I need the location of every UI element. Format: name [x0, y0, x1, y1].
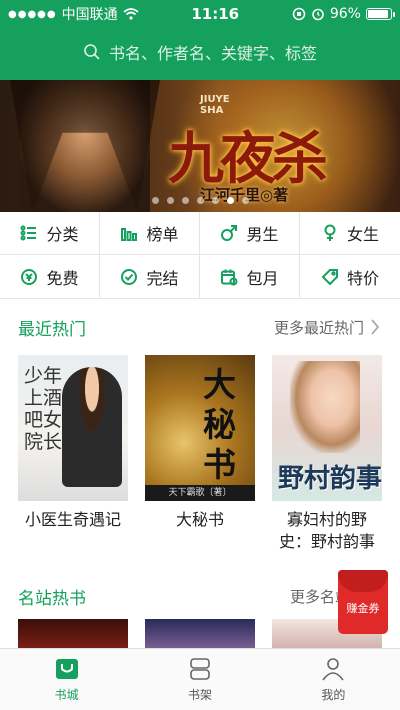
- pager-dot[interactable]: [166, 197, 174, 204]
- category-monthly[interactable]: 包月: [200, 255, 300, 298]
- category-classify[interactable]: 分类: [0, 212, 100, 255]
- book-card[interactable]: 少年上酒吧女院长 小医生奇遇记: [18, 355, 128, 553]
- status-bar: ●●●●● 中国联通 11:16 96%: [0, 0, 400, 28]
- category-ranking[interactable]: 榜单: [100, 212, 200, 255]
- book-card[interactable]: 野村韵事 寡妇村的野史：野村韵事: [272, 355, 382, 553]
- book-title: 大秘书: [175, 510, 224, 529]
- battery-percent: 96%: [329, 6, 361, 22]
- tab-bookshelf[interactable]: 书架: [133, 649, 266, 710]
- search-placeholder: 书名、作者名、关键字、标签: [108, 44, 317, 63]
- battery-icon: [365, 8, 395, 20]
- category-male[interactable]: 男生: [200, 212, 300, 255]
- category-free[interactable]: 免费: [0, 255, 100, 298]
- list-icon: [20, 225, 37, 241]
- pager-dot[interactable]: [151, 197, 159, 204]
- more-recent-link[interactable]: 更多最近热门: [274, 317, 380, 338]
- search-bar[interactable]: 书名、作者名、关键字、标签: [10, 34, 390, 70]
- coin-icon: [21, 268, 38, 285]
- carrier-label: 中国联通: [61, 7, 118, 23]
- book-title: 小医生奇遇记: [24, 510, 121, 529]
- check-icon: [121, 268, 138, 285]
- clock: 11:16: [191, 5, 240, 23]
- signal-icon: ●●●●●: [8, 8, 57, 20]
- bookshelf-icon: [190, 658, 210, 680]
- tag-icon: [321, 268, 338, 285]
- tab-me[interactable]: 我的: [267, 649, 400, 710]
- female-icon: [324, 224, 336, 241]
- recent-hot-section: 最近热门 更多最近热门 少年上酒吧女院长 小医生奇遇记 大秘书 天下霸歌〔著〕 …: [0, 299, 400, 553]
- book-title: 寡妇村的野史：野村韵事: [278, 510, 375, 551]
- category-grid: 分类 榜单 男生 女生 免费 完结 包月 特价: [0, 212, 400, 299]
- category-female[interactable]: 女生: [300, 212, 400, 255]
- pager-dot[interactable]: [241, 197, 249, 204]
- bookstore-icon: [55, 659, 78, 679]
- rotation-lock-icon: [292, 7, 306, 21]
- user-icon: [322, 658, 344, 681]
- chevron-right-icon: [371, 319, 380, 335]
- category-finished[interactable]: 完结: [100, 255, 200, 298]
- book-cover: 大秘书 天下霸歌〔著〕: [145, 355, 255, 501]
- section-title: 名站热书: [18, 588, 86, 609]
- coupon-button[interactable]: 赚金券: [338, 570, 388, 634]
- banner-pager[interactable]: [0, 197, 400, 204]
- pager-dot[interactable]: [196, 197, 204, 204]
- alarm-icon: [312, 8, 324, 21]
- book-cover: 少年上酒吧女院长: [18, 355, 128, 501]
- tab-bookstore[interactable]: 书城: [0, 649, 133, 710]
- chart-icon: [121, 228, 138, 241]
- pager-dot[interactable]: [226, 197, 234, 204]
- pager-dot[interactable]: [211, 197, 219, 204]
- banner-logo-en: JIUYE SHA: [200, 94, 230, 116]
- category-discount[interactable]: 特价: [300, 255, 400, 298]
- banner-title: 九夜杀: [168, 126, 328, 192]
- app-header: ●●●●● 中国联通 11:16 96% 书名、作者名、关键字、标签: [0, 0, 400, 80]
- male-icon: [221, 225, 238, 241]
- tab-bar: 书城 书架 我的: [0, 648, 400, 710]
- search-icon: [84, 44, 100, 60]
- wifi-icon: [123, 8, 139, 20]
- book-cover: 野村韵事: [272, 355, 382, 501]
- section-title: 最近热门: [18, 319, 86, 340]
- calendar-icon: [221, 269, 238, 285]
- pager-dot[interactable]: [181, 197, 189, 204]
- promo-banner[interactable]: JIUYE SHA 九夜杀 江河千里◎著: [0, 80, 400, 212]
- book-card[interactable]: 大秘书 天下霸歌〔著〕 大秘书: [145, 355, 255, 553]
